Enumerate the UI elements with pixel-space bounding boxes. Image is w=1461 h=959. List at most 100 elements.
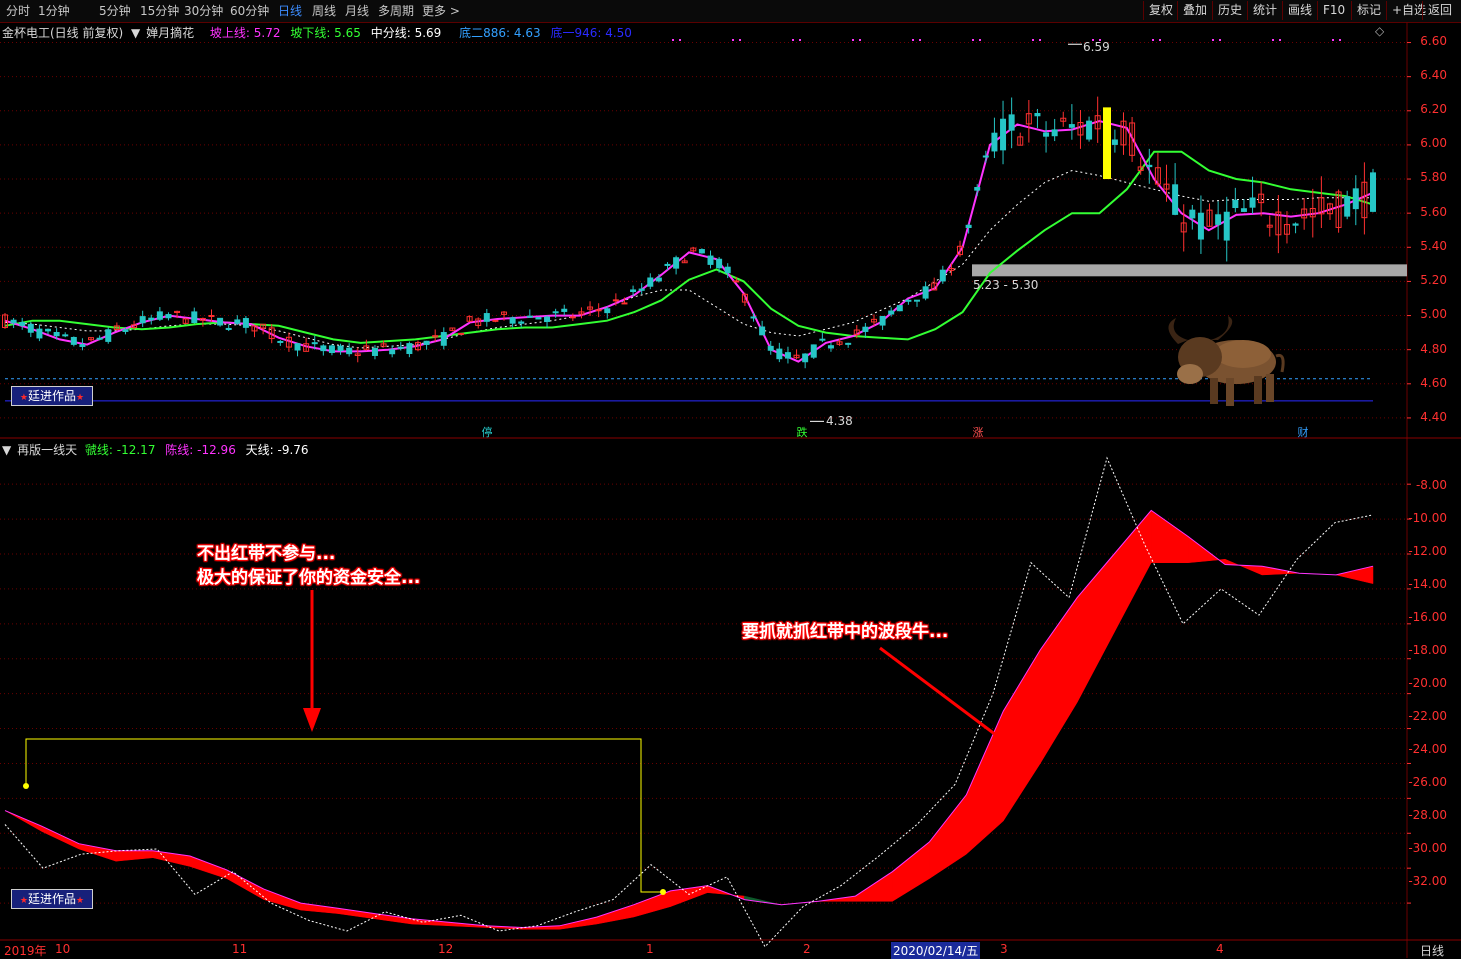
candle-body bbox=[552, 311, 559, 314]
candle-body bbox=[914, 299, 920, 302]
candle-body bbox=[526, 315, 533, 318]
candle-body bbox=[716, 258, 723, 269]
event-marker-finance[interactable]: 财 bbox=[1296, 426, 1310, 439]
candle-body bbox=[1034, 112, 1041, 117]
panel-collapse-icon[interactable]: ◇ bbox=[1375, 24, 1384, 38]
candle-body bbox=[896, 305, 903, 312]
candle-body bbox=[423, 340, 430, 345]
candle-body bbox=[974, 187, 981, 191]
candle-body bbox=[647, 277, 654, 287]
signal-dot bbox=[1332, 39, 1334, 41]
upper-indicator-name[interactable]: 婵月摘花 bbox=[146, 26, 194, 40]
candle-body bbox=[1249, 197, 1256, 208]
bracket-dot bbox=[660, 889, 666, 895]
candle-body bbox=[1008, 114, 1015, 131]
red-band-segment bbox=[855, 871, 893, 902]
red-band-segment bbox=[78, 843, 117, 862]
candle-body bbox=[1223, 211, 1230, 241]
candle-body bbox=[19, 322, 26, 326]
candle-body bbox=[982, 155, 989, 158]
candle-body bbox=[733, 280, 740, 283]
lower-ytick: -18.00 bbox=[1408, 643, 1447, 657]
candle-body bbox=[139, 316, 146, 324]
signal-dot bbox=[1212, 39, 1214, 41]
candle-body bbox=[234, 319, 241, 324]
annotation-catch-red-band: 要抓就抓红带中的波段牛... bbox=[742, 622, 949, 642]
red-band-segment bbox=[892, 841, 930, 902]
red-band-segment bbox=[263, 888, 302, 911]
candle-body bbox=[638, 288, 645, 291]
candle-body bbox=[802, 353, 809, 363]
xaxis-cursor-date: 2020/02/14/五 bbox=[891, 942, 981, 959]
candle-body bbox=[767, 345, 774, 351]
candle-body bbox=[544, 316, 551, 322]
signal-dot bbox=[672, 39, 674, 41]
period-indicator: 日线 bbox=[1420, 944, 1445, 958]
candle-body bbox=[827, 345, 834, 349]
gap-band bbox=[972, 264, 1407, 277]
lower-line3-label: 天线: -9.76 bbox=[245, 443, 309, 457]
lower-ytick: -12.00 bbox=[1408, 544, 1447, 558]
event-marker-limit-up[interactable]: 涨 bbox=[971, 426, 985, 439]
candle-body bbox=[277, 340, 284, 343]
candle-body bbox=[509, 317, 516, 324]
candle-body bbox=[337, 345, 344, 352]
candle-body bbox=[492, 319, 499, 322]
candle-body bbox=[922, 286, 929, 299]
candle-body bbox=[217, 317, 224, 326]
signal-dot bbox=[1032, 39, 1034, 41]
xaxis-label: 1 bbox=[646, 942, 654, 956]
xaxis-label: 2019年 bbox=[4, 944, 47, 958]
candle-body bbox=[965, 224, 972, 229]
xaxis-label: 4 bbox=[1216, 942, 1224, 956]
candle-body bbox=[62, 334, 69, 337]
lower-info-bar: ▼ 再版一线天 虢线: -12.17 陈线: -12.96 天线: -9.76 bbox=[2, 441, 309, 458]
author-badge-upper: ★廷进作品★ bbox=[11, 386, 93, 406]
upper-info-bar: 金杯电工(日线 前复权) ▼ 婵月摘花 坡上线: 5.72 坡下线: 5.65 … bbox=[2, 24, 632, 41]
upper-line5-label: 底一946: 4.50 bbox=[550, 26, 632, 40]
bracket-dot bbox=[23, 783, 29, 789]
candle-body bbox=[346, 347, 353, 355]
upper-ytick: 4.80 bbox=[1420, 342, 1447, 356]
candle-body bbox=[518, 321, 525, 324]
candle-body bbox=[165, 314, 172, 319]
candle-body bbox=[79, 344, 86, 347]
lower-ytick: -26.00 bbox=[1408, 775, 1447, 789]
candle-body bbox=[45, 328, 52, 332]
red-band-segment bbox=[596, 904, 634, 925]
upper-ytick: 6.40 bbox=[1420, 68, 1447, 82]
candle-body bbox=[991, 132, 998, 152]
xaxis-label: 10 bbox=[55, 942, 71, 956]
candle-body bbox=[1197, 212, 1204, 240]
low-price-label: 4.38 bbox=[826, 414, 853, 428]
candle-body bbox=[595, 309, 602, 312]
candle-body bbox=[371, 348, 378, 356]
candle-body bbox=[750, 316, 757, 319]
lower-toggle-icon[interactable]: ▼ bbox=[2, 443, 11, 457]
candle-body bbox=[905, 299, 912, 302]
candle-body bbox=[1370, 172, 1376, 212]
chart-canvas[interactable] bbox=[0, 0, 1461, 958]
lower-ytick: -32.00 bbox=[1408, 874, 1447, 888]
candle-body bbox=[1240, 208, 1247, 212]
candle-body bbox=[225, 327, 232, 330]
xaxis-label: 3 bbox=[1000, 942, 1008, 956]
lower-ytick: -16.00 bbox=[1408, 610, 1447, 624]
lower-indicator-name[interactable]: 再版一线天 bbox=[17, 443, 77, 457]
red-band-segment bbox=[337, 908, 375, 920]
candle-body bbox=[1086, 120, 1093, 140]
candle-body bbox=[888, 310, 895, 315]
signal-dot bbox=[912, 39, 914, 41]
candle-body bbox=[1292, 223, 1299, 226]
indicator-toggle-icon[interactable]: ▼ bbox=[131, 26, 140, 40]
candle-body bbox=[1344, 196, 1351, 217]
event-marker-suspend[interactable]: 停 bbox=[480, 426, 494, 439]
candle-body bbox=[191, 311, 198, 324]
upper-ytick: 6.00 bbox=[1420, 136, 1447, 150]
candle-body bbox=[810, 344, 817, 358]
red-band-segment bbox=[1224, 558, 1263, 576]
upper-line2-label: 坡下线: 5.65 bbox=[290, 26, 361, 40]
event-marker-limit-down[interactable]: 跌 bbox=[795, 426, 809, 439]
candle-body bbox=[148, 317, 155, 321]
candle-body bbox=[208, 315, 215, 318]
